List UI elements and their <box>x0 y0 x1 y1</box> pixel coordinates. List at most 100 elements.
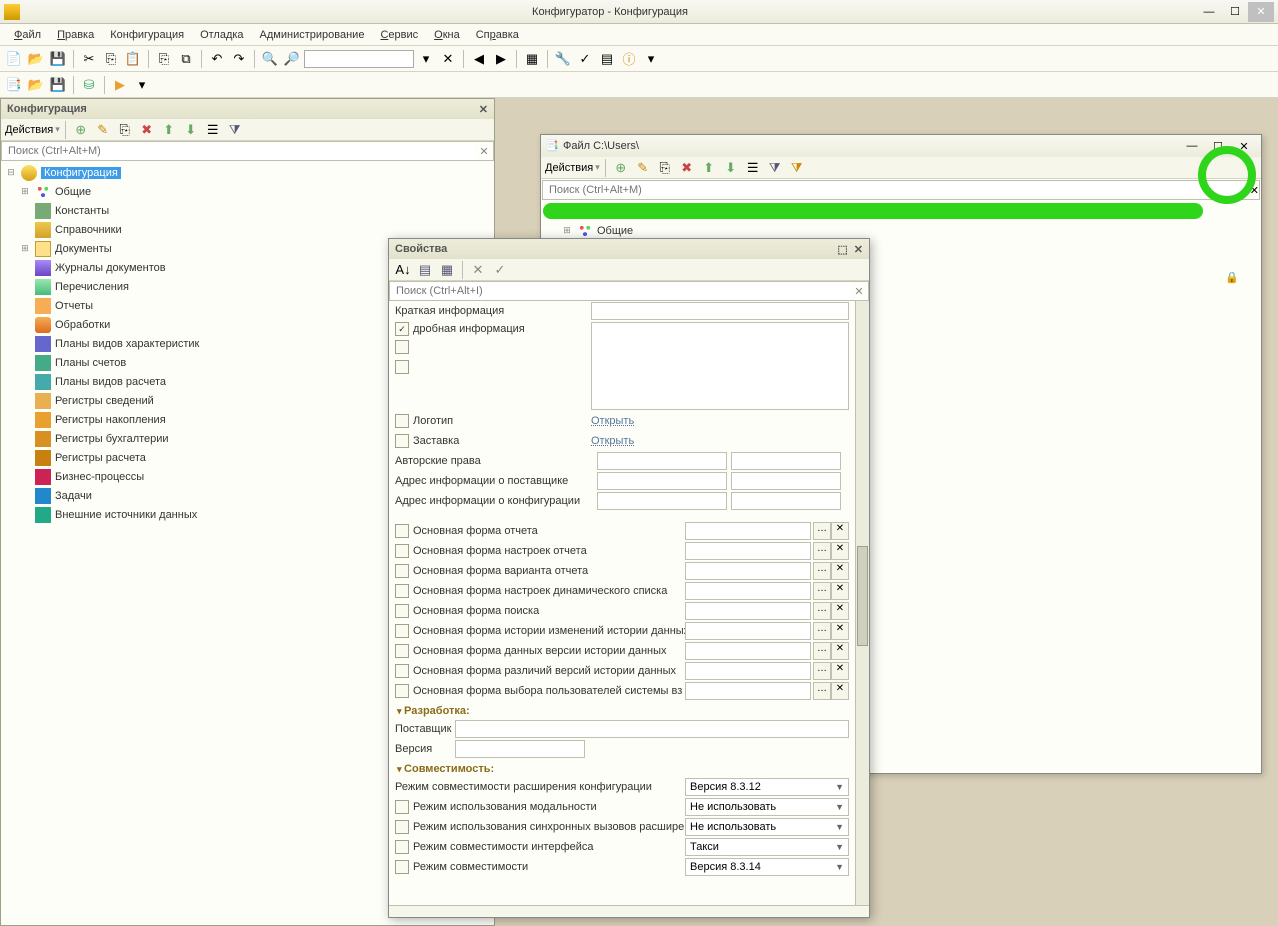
vendor-addr-input[interactable] <box>597 472 727 490</box>
tree-item-common[interactable]: ⊞Общие <box>1 182 494 201</box>
modality-combo[interactable]: Не использовать▼ <box>685 798 849 816</box>
search-icon[interactable]: 🔎 <box>282 49 302 69</box>
form-checkbox[interactable] <box>395 524 409 538</box>
menu-help[interactable]: Справка <box>468 27 527 43</box>
detailed-checkbox[interactable]: ✓ <box>395 322 409 336</box>
copy2-icon[interactable]: ⎘ <box>154 49 174 69</box>
filter-icon[interactable]: ⧩ <box>225 120 245 140</box>
find-icon[interactable]: 🔍 <box>260 49 280 69</box>
fw-edit-icon[interactable]: ✎ <box>633 158 653 178</box>
copy-icon[interactable]: ⎘ <box>101 49 121 69</box>
props-search-input[interactable] <box>390 283 850 299</box>
tree-root[interactable]: ⊟ Конфигурация <box>1 163 494 182</box>
ellipsis-button[interactable]: … <box>813 562 831 580</box>
splash-checkbox[interactable] <box>395 434 409 448</box>
logo-open-link[interactable]: Открыть <box>591 415 634 427</box>
save2-icon[interactable]: 💾 <box>48 75 68 95</box>
sync-checkbox[interactable] <box>395 820 409 834</box>
info-dropdown-icon[interactable]: ▾ <box>641 49 661 69</box>
copyright-input2[interactable] <box>731 452 841 470</box>
config-search-clear-icon[interactable]: ✕ <box>475 145 493 158</box>
detailed-textarea[interactable] <box>591 322 849 410</box>
compat-combo[interactable]: Версия 8.3.14▼ <box>685 858 849 876</box>
form-checkbox[interactable] <box>395 684 409 698</box>
vendor-input[interactable] <box>455 720 849 738</box>
cut-icon[interactable]: ✂ <box>79 49 99 69</box>
edit-icon[interactable]: ✎ <box>93 120 113 140</box>
form-input[interactable] <box>685 662 811 680</box>
play-dropdown-icon[interactable]: ▾ <box>132 75 152 95</box>
form-checkbox[interactable] <box>395 584 409 598</box>
menu-edit[interactable]: Правка <box>49 27 102 43</box>
expand-icon[interactable]: ⊞ <box>561 225 573 236</box>
ellipsis-button[interactable]: … <box>813 622 831 640</box>
compat-checkbox[interactable] <box>395 860 409 874</box>
copy3-icon[interactable]: ⎘ <box>115 120 135 140</box>
config-addr-input2[interactable] <box>731 492 841 510</box>
fw-minimize-button[interactable]: — <box>1179 136 1205 156</box>
ellipsis-button[interactable]: … <box>813 642 831 660</box>
clear-button[interactable]: ✕ <box>831 582 849 600</box>
syntax-icon[interactable]: ✓ <box>575 49 595 69</box>
delete-icon[interactable]: ✖ <box>137 120 157 140</box>
compat-ext-combo[interactable]: Версия 8.3.12▼ <box>685 778 849 796</box>
iface-checkbox[interactable] <box>395 840 409 854</box>
image-btn-icon[interactable] <box>395 340 409 354</box>
fw-sort-icon[interactable]: ☰ <box>743 158 763 178</box>
ellipsis-button[interactable]: … <box>813 682 831 700</box>
expand-icon[interactable]: ⊞ <box>19 243 31 254</box>
open-folder-icon[interactable]: 📂 <box>26 49 46 69</box>
logo-checkbox[interactable] <box>395 414 409 428</box>
calendar-icon[interactable]: ▦ <box>522 49 542 69</box>
form-input[interactable] <box>685 562 811 580</box>
config-panel-close-icon[interactable]: ✕ <box>479 103 488 116</box>
fw-filter2-icon[interactable]: ⧩ <box>787 158 807 178</box>
expand-icon[interactable]: ⊞ <box>19 186 31 197</box>
play-icon[interactable]: ▶ <box>110 75 130 95</box>
fw-delete-icon[interactable]: ✖ <box>677 158 697 178</box>
clear-button[interactable]: ✕ <box>831 562 849 580</box>
fw-copy-icon[interactable]: ⎘ <box>655 158 675 178</box>
add-icon[interactable]: ⊕ <box>71 120 91 140</box>
minimize-button[interactable]: — <box>1196 2 1222 22</box>
clear-button[interactable]: ✕ <box>831 522 849 540</box>
brief-input[interactable] <box>591 302 849 320</box>
splash-open-link[interactable]: Открыть <box>591 435 634 447</box>
form-checkbox[interactable] <box>395 624 409 638</box>
form-input[interactable] <box>685 582 811 600</box>
redo-icon[interactable]: ↷ <box>229 49 249 69</box>
actions-menu[interactable]: Действия <box>5 124 53 136</box>
maximize-button[interactable]: ☐ <box>1222 2 1248 22</box>
clear-button[interactable]: ✕ <box>831 682 849 700</box>
iface-combo[interactable]: Такси▼ <box>685 838 849 856</box>
collapse-icon[interactable]: ⊟ <box>5 167 17 178</box>
new-file-icon[interactable]: 📄 <box>4 49 24 69</box>
up-icon[interactable]: ⬆ <box>159 120 179 140</box>
tree-item-constants[interactable]: Константы <box>1 201 494 220</box>
sort-icon[interactable]: ☰ <box>203 120 223 140</box>
config-search-input[interactable] <box>2 143 475 159</box>
props-check-icon[interactable]: ✓ <box>490 260 510 280</box>
clear-x-icon[interactable]: ✕ <box>438 49 458 69</box>
form-checkbox[interactable] <box>395 664 409 678</box>
file-window-titlebar[interactable]: 📑 Файл C:\Users\ — ☐ ✕ <box>541 135 1261 157</box>
menu-config[interactable]: Конфигурация <box>102 27 192 43</box>
clear-button[interactable]: ✕ <box>831 662 849 680</box>
clear-button[interactable]: ✕ <box>831 642 849 660</box>
close-button[interactable]: ✕ <box>1248 2 1274 22</box>
table-icon[interactable]: ▤ <box>597 49 617 69</box>
actions-dropdown-icon[interactable]: ▾ <box>55 124 60 135</box>
form-input[interactable] <box>685 602 811 620</box>
menu-service[interactable]: Сервис <box>372 27 426 43</box>
clear-button[interactable]: ✕ <box>831 542 849 560</box>
menu-debug[interactable]: Отладка <box>192 27 251 43</box>
run-icon[interactable]: 🔧 <box>553 49 573 69</box>
clear-button[interactable]: ✕ <box>831 602 849 620</box>
categories-icon[interactable]: ▤ <box>415 260 435 280</box>
form-checkbox[interactable] <box>395 604 409 618</box>
down-icon[interactable]: ⬇ <box>181 120 201 140</box>
fw-search-input[interactable] <box>543 182 1250 198</box>
tree-item-catalogs[interactable]: Справочники <box>1 220 494 239</box>
ellipsis-button[interactable]: … <box>813 662 831 680</box>
form-input[interactable] <box>685 542 811 560</box>
